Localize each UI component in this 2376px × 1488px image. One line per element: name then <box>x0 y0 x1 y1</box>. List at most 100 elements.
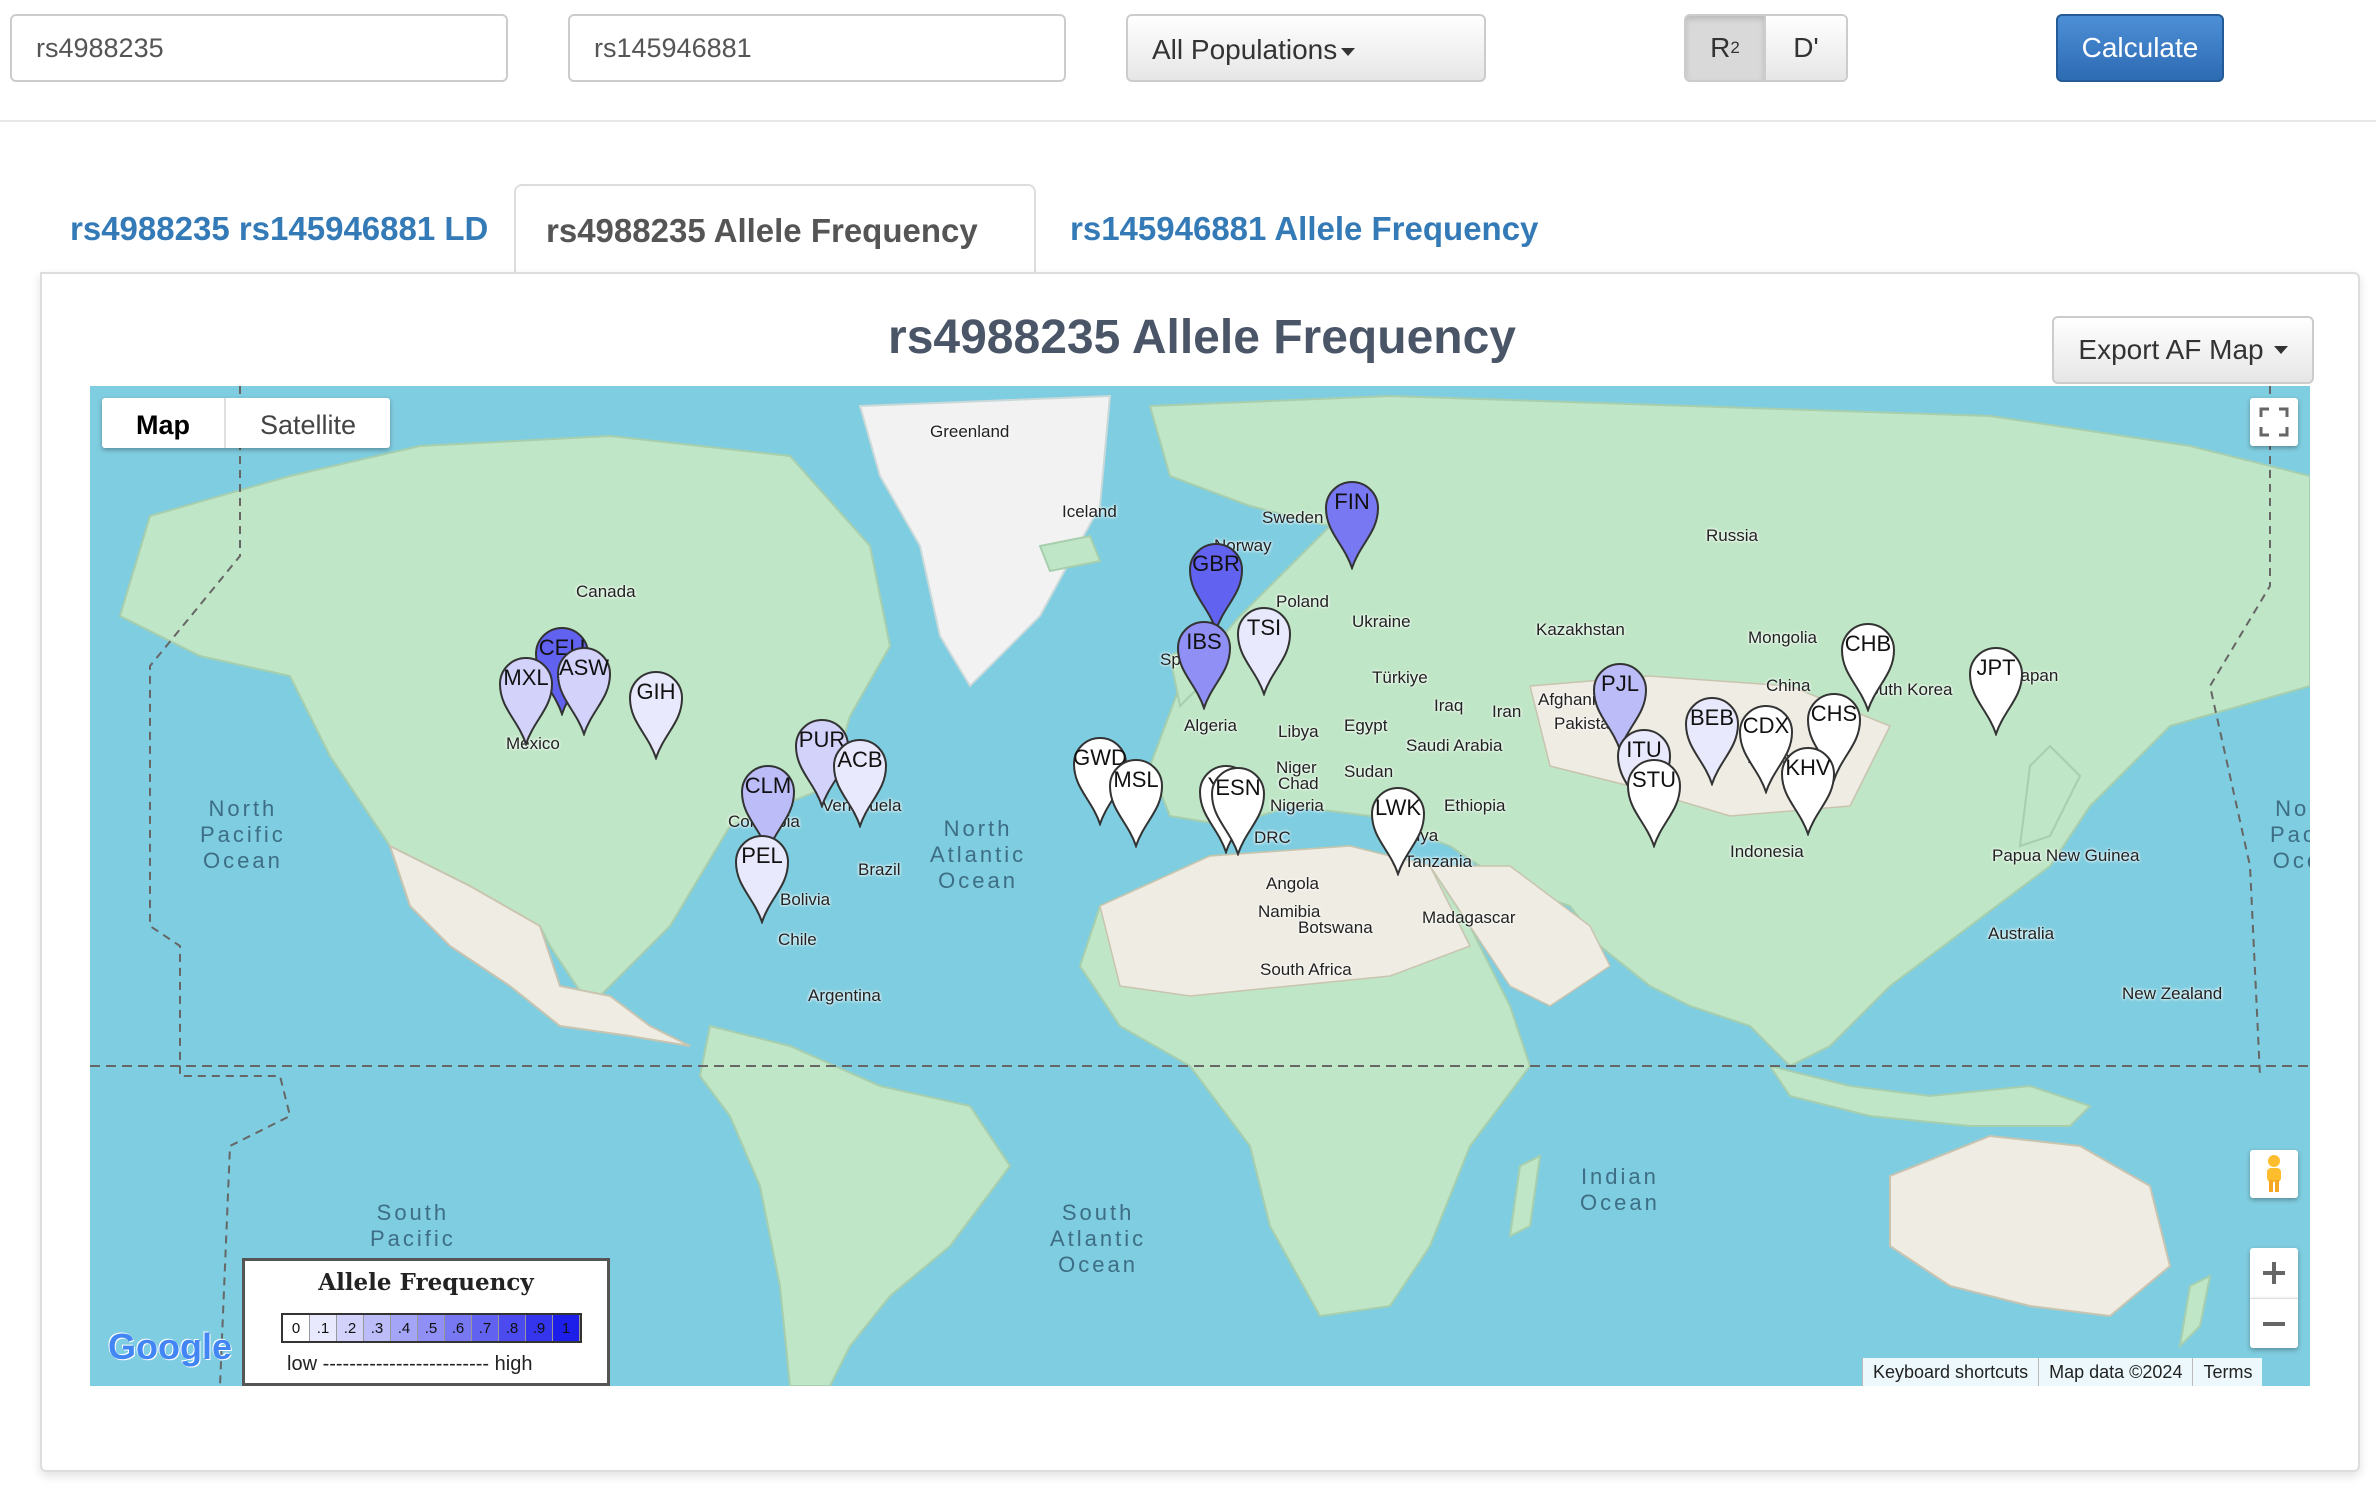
map-label-greenland: Greenland <box>930 422 1010 441</box>
marker-label: STU <box>1632 767 1676 792</box>
map-type-map-button[interactable]: Map <box>102 398 226 448</box>
map-attribution: Keyboard shortcuts Map data ©2024 Terms <box>1862 1358 2263 1386</box>
map-label-russia: Russia <box>1706 526 1758 545</box>
street-view-pegman-button[interactable] <box>2250 1150 2298 1198</box>
marker-gih[interactable]: GIH <box>626 664 686 760</box>
map-label-sudan: Sudan <box>1344 762 1394 781</box>
allele-frequency-legend: Allele Frequency 0.1.2.3.4.5.6.7.8.9 1 lo… <box>242 1258 610 1386</box>
legend-swatch: .8 <box>499 1315 526 1341</box>
marker-label: MXL <box>503 665 549 690</box>
map-label-ethiopia: Ethiopia <box>1444 796 1506 815</box>
marker-jpt[interactable]: JPT <box>1966 640 2026 736</box>
marker-label: ACB <box>837 747 883 772</box>
ld-statistic-toggle: R2 D' <box>1684 14 1848 82</box>
map-label-sweden: Sweden <box>1262 508 1324 527</box>
map-label-botswana: Botswana <box>1298 918 1373 937</box>
caret-down-icon <box>2273 346 2288 354</box>
map-label-australia: Australia <box>1988 924 2055 943</box>
ocean-label: Nor Paci Oce <box>2270 796 2310 873</box>
legend-swatch: .3 <box>364 1315 391 1341</box>
terms-link[interactable]: Terms <box>2192 1358 2262 1386</box>
legend-low-high: low ------------------------- high <box>287 1353 533 1375</box>
marker-msl[interactable]: MSL <box>1106 752 1166 848</box>
legend-swatch: 1 <box>553 1315 580 1341</box>
snp1-input[interactable] <box>10 14 508 82</box>
marker-label: PJL <box>1601 671 1639 696</box>
marker-label: CDX <box>1742 713 1790 738</box>
r2-button[interactable]: R2 <box>1686 16 1766 80</box>
zoom-out-button[interactable] <box>2250 1298 2298 1348</box>
marker-label: MSL <box>1113 767 1159 792</box>
legend-swatch: .6 <box>445 1315 472 1341</box>
export-af-map-button[interactable]: Export AF Map <box>2052 316 2314 384</box>
legend-swatch: .9 <box>526 1315 553 1341</box>
map-label-indonesia: Indonesia <box>1730 842 1804 861</box>
caret-down-icon <box>1341 47 1356 56</box>
map-label-iceland: Iceland <box>1062 502 1117 521</box>
legend-swatch: 0 <box>283 1315 310 1341</box>
map-label-iraq: Iraq <box>1434 696 1464 715</box>
legend-swatch: .4 <box>391 1315 418 1341</box>
ocean-label: Indian Ocean <box>1580 1164 1660 1215</box>
world-map[interactable]: Map Satellite Greenland Iceland Sweden Norw… <box>90 386 2310 1386</box>
zoom-in-button[interactable] <box>2250 1248 2298 1298</box>
population-dropdown[interactable]: All Populations <box>1126 14 1486 82</box>
marker-chb[interactable]: CHB <box>1838 616 1898 712</box>
map-label-canada: Canada <box>576 582 636 601</box>
south-america-shape <box>698 1024 1012 1386</box>
map-label-iran: Iran <box>1492 702 1522 721</box>
marker-stu[interactable]: STU <box>1624 752 1684 848</box>
ocean-label: South Atlantic Ocean <box>1050 1200 1147 1277</box>
legend-swatch: .1 <box>310 1315 337 1341</box>
keyboard-shortcuts-link[interactable]: Keyboard shortcuts <box>1862 1358 2038 1386</box>
fullscreen-button[interactable] <box>2250 398 2298 446</box>
marker-label: JPT <box>1976 655 2016 680</box>
map-label-chile: Chile <box>778 930 817 949</box>
map-label-mongolia: Mongolia <box>1748 628 1817 647</box>
snp2-input[interactable] <box>568 14 1066 82</box>
dprime-label: D' <box>1793 32 1819 63</box>
marker-tsi[interactable]: TSI <box>1234 600 1294 696</box>
google-logo: Google <box>108 1326 232 1367</box>
legend-title: Allele Frequency <box>318 1269 534 1296</box>
ocean-label: North Atlantic Ocean <box>930 816 1027 893</box>
r2-label: R <box>1710 32 1731 63</box>
ocean-label: North Pacific Ocean <box>200 796 286 873</box>
map-label-kazakhstan: Kazakhstan <box>1536 620 1625 639</box>
marker-label: TSI <box>1246 615 1282 640</box>
map-label-algeria: Algeria <box>1184 716 1237 735</box>
calculate-button[interactable]: Calculate <box>2056 14 2224 82</box>
map-label-argentina: Argentina <box>808 986 881 1005</box>
marker-khv[interactable]: KHV <box>1778 740 1838 836</box>
marker-asw[interactable]: ASW <box>554 640 614 736</box>
tab-ld[interactable]: rs4988235 rs145946881 LD <box>40 184 518 274</box>
map-label-south-africa: South Africa <box>1260 960 1352 979</box>
map-type-satellite-button[interactable]: Satellite <box>226 398 390 448</box>
marker-beb[interactable]: BEB <box>1682 690 1742 786</box>
tab-snp2-allele-frequency[interactable]: rs145946881 Allele Frequency <box>1040 184 1568 274</box>
marker-label: CLM <box>744 773 792 798</box>
madagascar-shape <box>1508 1154 1542 1238</box>
fullscreen-icon <box>2259 407 2289 437</box>
map-type-toggle: Map Satellite <box>102 398 391 448</box>
marker-lwk[interactable]: LWK <box>1368 780 1428 876</box>
map-label-nigeria: Nigeria <box>1270 796 1324 815</box>
marker-mxl[interactable]: MXL <box>496 650 556 746</box>
marker-esn[interactable]: ESN <box>1208 760 1268 856</box>
marker-pel[interactable]: PEL <box>732 828 792 924</box>
marker-label: KHV <box>1785 755 1831 780</box>
marker-fin[interactable]: FIN <box>1322 474 1382 570</box>
marker-acb[interactable]: ACB <box>830 732 890 828</box>
marker-ibs[interactable]: IBS <box>1174 614 1234 710</box>
map-label-madagascar: Madagascar <box>1422 908 1516 927</box>
marker-label: GIH <box>636 679 676 704</box>
dprime-button[interactable]: D' <box>1766 16 1846 80</box>
marker-label: BEB <box>1689 705 1735 730</box>
map-label-egypt: Egypt <box>1344 716 1388 735</box>
australia-shape <box>1889 1134 2172 1318</box>
map-label-libya: Libya <box>1278 722 1319 741</box>
ocean-label: South Pacific <box>370 1200 456 1251</box>
map-label-brazil: Brazil <box>858 860 901 879</box>
tab-snp1-allele-frequency[interactable]: rs4988235 Allele Frequency <box>514 184 1036 276</box>
map-label-t-rkiye: Türkiye <box>1372 668 1428 687</box>
